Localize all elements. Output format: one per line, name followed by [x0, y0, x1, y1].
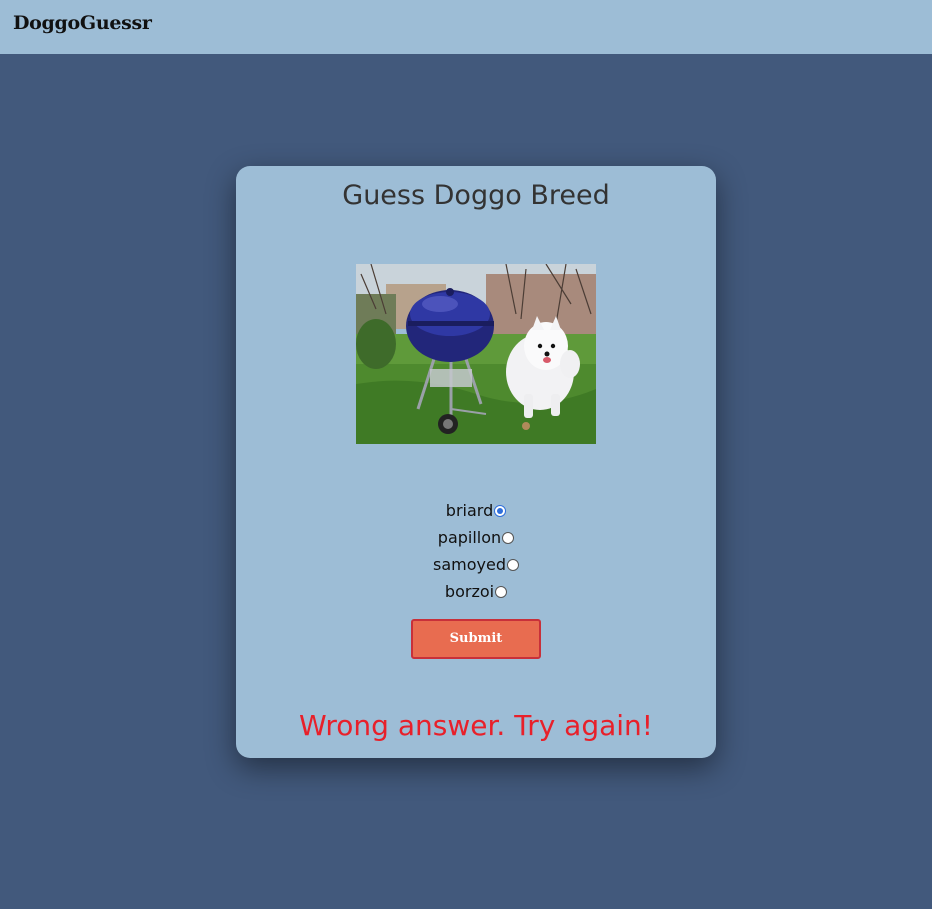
brand-logo[interactable]: DoggoGuessr — [13, 12, 152, 34]
radio-papillon[interactable] — [502, 531, 515, 544]
option-briard[interactable]: briard — [236, 497, 716, 524]
dog-photo — [356, 264, 596, 444]
radio-borzoi[interactable] — [495, 585, 508, 598]
breed-options: briard papillon samoyed borzoi — [236, 497, 716, 605]
quiz-card: Guess Doggo Breed briard papillon samoye… — [236, 166, 716, 758]
submit-button[interactable]: Submit — [411, 619, 541, 659]
option-samoyed[interactable]: samoyed — [236, 551, 716, 578]
radio-samoyed[interactable] — [506, 558, 519, 571]
radio-briard[interactable] — [494, 504, 507, 517]
quiz-title: Guess Doggo Breed — [342, 180, 610, 211]
option-label: papillon — [437, 528, 502, 547]
option-label: briard — [445, 501, 494, 520]
navbar: DoggoGuessr — [0, 0, 932, 54]
option-label: samoyed — [433, 555, 506, 574]
result-message: Wrong answer. Try again! — [298, 709, 654, 742]
option-papillon[interactable]: papillon — [236, 524, 716, 551]
option-borzoi[interactable]: borzoi — [236, 578, 716, 605]
option-label: borzoi — [444, 582, 495, 601]
